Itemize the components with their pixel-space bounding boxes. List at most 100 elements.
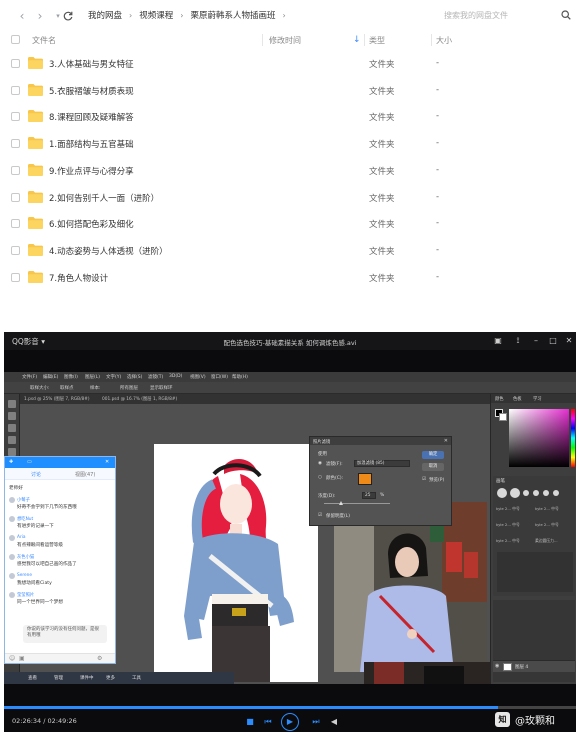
- column-size[interactable]: 大小: [436, 35, 452, 46]
- taskbar-item[interactable]: 工具: [132, 675, 141, 681]
- ps-menu-item[interactable]: 视图(V): [190, 374, 206, 380]
- chat-sender[interactable]: Aria: [17, 535, 26, 540]
- brush-name[interactable]: 柔边圆压力...: [535, 538, 558, 544]
- stop-icon[interactable]: ■: [244, 716, 256, 728]
- taskbar-item[interactable]: 更多: [106, 675, 115, 681]
- filter-select[interactable]: 加温滤镜 (85): [354, 460, 410, 467]
- ps-menu-item[interactable]: 图层(L): [85, 374, 100, 380]
- add-icon[interactable]: ✚: [9, 459, 13, 465]
- file-row[interactable]: 8.课程回顾及疑难解答 文件夹 -: [0, 103, 580, 130]
- column-name[interactable]: 文件名: [32, 35, 56, 46]
- tab-viewers[interactable]: 视图(47): [75, 471, 95, 478]
- file-name[interactable]: 9.作业点评与心得分享: [49, 165, 134, 177]
- panel-tab-color[interactable]: 颜色: [495, 396, 504, 402]
- emoji-icon[interactable]: ☺: [9, 655, 15, 662]
- image-icon[interactable]: ▣: [19, 655, 25, 662]
- breadcrumb-item[interactable]: 我的网盘: [88, 9, 122, 21]
- avatar[interactable]: [9, 535, 15, 541]
- forward-icon[interactable]: ›: [32, 8, 48, 24]
- row-checkbox[interactable]: [11, 59, 20, 68]
- avatar[interactable]: [9, 516, 15, 522]
- brush-panel-tab[interactable]: 画笔: [496, 478, 505, 484]
- density-input[interactable]: 25: [362, 492, 376, 499]
- column-modified[interactable]: 修改时间: [269, 35, 301, 46]
- brush-preset[interactable]: [497, 488, 507, 498]
- column-type[interactable]: 类型: [369, 35, 385, 46]
- search-icon[interactable]: [558, 7, 574, 23]
- chat-sender[interactable]: 小莓子: [17, 497, 30, 503]
- file-row[interactable]: 1.面部结构与五官基础 文件夹 -: [0, 130, 580, 157]
- row-checkbox[interactable]: [11, 165, 20, 175]
- ps-menu-item[interactable]: 窗口(W): [211, 374, 228, 380]
- row-checkbox[interactable]: [11, 272, 20, 282]
- eye-icon[interactable]: ◉: [495, 663, 499, 669]
- ps-tool-icon[interactable]: [8, 448, 16, 456]
- brush-preset[interactable]: [510, 488, 520, 498]
- row-checkbox[interactable]: [11, 85, 20, 95]
- filter-radio[interactable]: ◉: [318, 461, 322, 466]
- file-row[interactable]: 9.作业点评与心得分享 文件夹 -: [0, 157, 580, 184]
- file-row[interactable]: 7.角色人物设计 文件夹 -: [0, 264, 580, 291]
- chat-input-bar[interactable]: ☺ ▣ ⚙: [5, 653, 115, 663]
- color-radio[interactable]: ○: [318, 475, 322, 480]
- ps-option[interactable]: 所有图层: [120, 385, 138, 391]
- breadcrumb-item[interactable]: 视频课程: [139, 9, 173, 21]
- file-row[interactable]: 5.衣服褶皱与材质表现 文件夹 -: [0, 77, 580, 104]
- density-slider-thumb[interactable]: [339, 501, 343, 505]
- minimize-icon[interactable]: –: [530, 335, 542, 347]
- row-checkbox[interactable]: [11, 245, 20, 255]
- screenshot-icon[interactable]: ▣: [492, 335, 504, 347]
- ps-menu-item[interactable]: 3D(D): [169, 374, 182, 379]
- row-checkbox[interactable]: [11, 192, 20, 202]
- avatar[interactable]: [9, 592, 15, 598]
- file-name[interactable]: 6.如何搭配色彩及细化: [49, 218, 134, 230]
- chat-sender[interactable]: 莹莹照片: [17, 592, 34, 598]
- panel-tab-learn[interactable]: 学习: [533, 396, 542, 402]
- ok-button[interactable]: 确定: [422, 451, 444, 459]
- ps-menu-item[interactable]: 编辑(E): [43, 374, 58, 380]
- ps-menu-item[interactable]: 图像(I): [64, 374, 78, 380]
- brush-name[interactable]: kyle 2... 中号: [535, 522, 559, 528]
- row-checkbox[interactable]: [11, 112, 20, 122]
- file-row[interactable]: 4.动态姿势与人体透视（进阶） 文件夹 -: [0, 237, 580, 264]
- brush-preset[interactable]: [543, 490, 549, 496]
- close-icon[interactable]: ✕: [563, 335, 575, 347]
- chat-sender[interactable]: Serene: [17, 573, 32, 578]
- taskbar-item[interactable]: 查看: [28, 675, 37, 681]
- brush-name[interactable]: kyle 2... 中号: [496, 506, 520, 512]
- row-checkbox[interactable]: [11, 139, 20, 149]
- breadcrumb-item[interactable]: 栗原蔚韩系人物插画班: [190, 9, 275, 21]
- chat-sender[interactable]: 想吃Nut: [17, 516, 33, 522]
- brush-preset[interactable]: [533, 490, 539, 496]
- ps-menu-item[interactable]: 选择(S): [127, 374, 142, 380]
- search-box[interactable]: 搜索我的网盘文件: [436, 5, 574, 25]
- file-row[interactable]: 6.如何搭配色彩及细化 文件夹 -: [0, 210, 580, 237]
- color-picker-field[interactable]: [509, 409, 569, 467]
- sort-desc-icon[interactable]: ↓: [353, 35, 361, 45]
- avatar[interactable]: [9, 497, 15, 503]
- avatar[interactable]: [9, 573, 15, 579]
- file-name[interactable]: 5.衣服褶皱与材质表现: [49, 85, 134, 97]
- ps-menu-item[interactable]: 帮助(H): [232, 374, 248, 380]
- file-name[interactable]: 8.课程回顾及疑难解答: [49, 111, 134, 123]
- file-name[interactable]: 2.如何告别千人一面（进阶）: [49, 192, 159, 204]
- background-color[interactable]: [499, 413, 507, 421]
- ps-menu-item[interactable]: 滤镜(T): [148, 374, 163, 380]
- file-row[interactable]: 3.人体基础与男女特征 文件夹 -: [0, 50, 580, 77]
- preview-checkbox[interactable]: ☑: [422, 477, 426, 482]
- brush-preset[interactable]: [523, 490, 529, 496]
- video-frame[interactable]: 文件(F) 编辑(E) 图像(I) 图层(L) 文字(Y) 选择(S) 滤镜(T) 3D(D)…: [4, 372, 576, 684]
- density-slider[interactable]: [324, 503, 390, 504]
- layer-row[interactable]: ◉ 图层 4: [493, 660, 575, 672]
- brush-name[interactable]: kyle 2... 中号: [496, 538, 520, 544]
- brush-name[interactable]: kyle 2... 中号: [535, 506, 559, 512]
- preserve-checkbox[interactable]: ☑: [318, 513, 322, 518]
- taskbar-item[interactable]: 管理: [54, 675, 63, 681]
- row-checkbox[interactable]: [11, 219, 20, 229]
- pin-icon[interactable]: ⟟: [512, 335, 524, 347]
- settings-icon[interactable]: ⚙: [97, 655, 102, 662]
- refresh-icon[interactable]: [60, 8, 76, 24]
- brush-name[interactable]: kyle 2... 中号: [496, 522, 520, 528]
- seek-bar[interactable]: [4, 706, 576, 709]
- ps-menu-item[interactable]: 文件(F): [22, 374, 37, 380]
